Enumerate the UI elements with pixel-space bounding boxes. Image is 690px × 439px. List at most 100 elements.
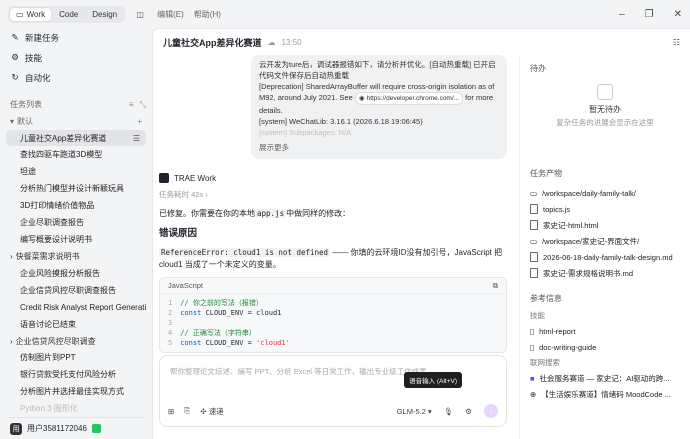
log-line: [Deprecation] SharedArrayBuffer will req…: [259, 81, 499, 116]
task-item[interactable]: 企业风险摸报分析报告: [6, 265, 146, 282]
model-selector[interactable]: GLM-5.2 ▾: [397, 407, 432, 416]
group-default[interactable]: ▾ 默认 +: [6, 114, 146, 130]
task-item[interactable]: 企业尽职调查报告: [6, 214, 146, 231]
code-text: CLOUD_ENV = cloud1: [205, 309, 282, 317]
add-task-icon[interactable]: +: [137, 117, 142, 126]
close-icon[interactable]: ✕: [674, 9, 682, 20]
mode-work-button[interactable]: ▭ Work: [10, 7, 52, 21]
line-number: 4: [168, 329, 173, 337]
skill-item[interactable]: ▯ doc-writing-guide: [530, 339, 680, 355]
reply-text-part: 已修复。你需要在你的本地: [159, 209, 255, 218]
task-item[interactable]: 坦途: [6, 163, 146, 180]
settings-icon[interactable]: ⚙: [465, 407, 472, 416]
task-item-active[interactable]: 儿童社交App差异化赛道 ☰: [6, 129, 146, 147]
mode-design-label: Design: [92, 9, 118, 19]
user-message-bubble: 云开发为ture后，调试器报错如下，请分析并优化。[自动热重载] 已开启代码文件…: [251, 55, 507, 159]
message-composer[interactable]: 帮你整理论文综述、编写 PPT、分析 Excel 等日常工作，输出专业级工作成果…: [159, 355, 507, 427]
microphone-icon[interactable]: 🎙: [444, 407, 454, 416]
task-label: 3D打印情绪价值物品: [20, 201, 95, 211]
task-item[interactable]: 3D打印情绪价值物品: [6, 197, 146, 214]
skill-label: html-report: [539, 326, 576, 336]
inline-code: app.js: [255, 209, 287, 218]
globe-icon: ◉: [358, 95, 365, 102]
task-item[interactable]: 编写概要设计说明书: [6, 231, 146, 248]
output-file[interactable]: ▭ /workspace/家史记-界面文件/: [530, 233, 680, 249]
list-icon[interactable]: ☰: [133, 134, 140, 143]
user-profile[interactable]: 用 用户3581172046: [6, 417, 146, 439]
globe-icon: ⊕: [530, 389, 537, 399]
error-explanation: ReferenceError: cloud1 is not defined ——…: [159, 247, 507, 271]
code-string: 'cloud1': [256, 339, 290, 347]
maximize-icon[interactable]: ❐: [645, 9, 654, 20]
task-item[interactable]: 仿制图片到PPT: [6, 350, 146, 367]
minimize-icon[interactable]: –: [619, 9, 625, 20]
send-button[interactable]: ↑: [484, 404, 498, 418]
voice-tooltip: 语音输入 (Alt+V): [404, 372, 462, 388]
mode-code-button[interactable]: Code: [53, 8, 84, 21]
panel-toggle-icon[interactable]: ☷: [673, 38, 680, 47]
menu-help[interactable]: 帮助(H): [194, 9, 221, 20]
chevron-right-icon: ›: [10, 336, 13, 346]
paperclip-icon[interactable]: ⎘: [184, 406, 190, 416]
task-item[interactable]: Python 3 图形化: [6, 400, 146, 417]
file-label: /workspace/家史记-界面文件/: [542, 236, 640, 246]
task-item[interactable]: 查找四驱车跑道3D模型: [6, 146, 146, 163]
main-header: 儿童社交App差异化赛道 ☁ 13:50 ☷: [153, 29, 690, 55]
task-group[interactable]: › 快餐菜需求说明书: [6, 248, 146, 265]
task-item[interactable]: 分析图片并选择最佳实现方式: [6, 383, 146, 400]
output-file[interactable]: topics.js: [530, 201, 680, 217]
task-group[interactable]: › 企业信贷风控尽职调查: [6, 333, 146, 350]
task-label: Credit Risk Analyst Report Generation: [20, 302, 146, 312]
task-item[interactable]: 银行贷款受托支付风险分析: [6, 366, 146, 383]
task-label: Python 3 图形化: [20, 404, 78, 414]
output-file[interactable]: 家史记-html.html: [530, 217, 680, 233]
code-content: 1 // 你之前的写法（报错） 2 const CLOUD_ENV = cloud1…: [160, 294, 506, 352]
reply-text-part: 中做同样的修改：: [286, 209, 351, 218]
mode-switcher: ▭ Work Code Design: [8, 5, 126, 23]
task-item[interactable]: 分析热门模型并设计新颖玩具: [6, 180, 146, 197]
file-icon: [530, 220, 538, 230]
link-chip[interactable]: ◉ https://developer.chrome.com/...: [354, 92, 464, 105]
file-icon: [530, 268, 538, 278]
show-more-link[interactable]: 展示更多: [259, 142, 499, 153]
file-label: /workspace/daily-family-talk/: [542, 188, 636, 198]
nav-skills[interactable]: ⚙ 技能: [6, 48, 146, 68]
output-file[interactable]: 家史记-需求规格说明书.md: [530, 265, 680, 281]
reference-title: 参考信息: [530, 294, 562, 303]
skill-item[interactable]: ▯ html-report: [530, 323, 680, 339]
task-label: 银行贷款受托支付风险分析: [20, 370, 116, 380]
output-file[interactable]: 2026-06-18-daily-family-talk-design.md: [530, 249, 680, 265]
elapsed-time[interactable]: 任务耗时 42s ›: [159, 189, 507, 200]
code-comment: // 正确写法（字符串）: [180, 329, 256, 337]
todo-empty-state: 暂无待办 复杂任务的进展会显示在这里: [530, 84, 680, 128]
mode-work-label: Work: [26, 9, 46, 19]
reply-text: 已修复。你需要在你的本地 app.js 中做同样的修改：: [159, 208, 507, 219]
menu-edit[interactable]: 编辑(E): [157, 9, 184, 20]
sidebar-toggle-icon[interactable]: ◫: [133, 7, 147, 21]
attach-plus-icon[interactable]: ⊞: [168, 407, 174, 416]
task-item[interactable]: 语音讨论已结束: [6, 316, 146, 333]
app-window: ▭ Work Code Design ◫ 编辑(E) 帮助(H) – ❐ ✕ ✎…: [0, 0, 690, 439]
folder-icon: ▭: [530, 188, 538, 198]
chevron-right-icon: ›: [205, 190, 208, 199]
task-item[interactable]: Credit Risk Analyst Report Generation: [6, 299, 146, 316]
task-item[interactable]: 企业信贷风控尽职调查报告: [6, 282, 146, 299]
task-list-label: 任务列表: [10, 100, 42, 110]
filter-icon[interactable]: ≡: [129, 100, 134, 110]
speed-toggle[interactable]: ✣ 速递: [200, 406, 223, 417]
nav-new-task[interactable]: ✎ 新建任务: [6, 28, 146, 48]
nav-automation[interactable]: ↻ 自动化: [6, 68, 146, 88]
mode-design-button[interactable]: Design: [86, 8, 123, 21]
log-line: 云开发为ture后，调试器报错如下，请分析并优化。[自动热重载] 已开启代码文件…: [259, 60, 496, 80]
collapse-icon[interactable]: ⤡: [140, 100, 146, 110]
folder-icon: ▭: [530, 236, 538, 246]
copy-icon[interactable]: ⧉: [493, 281, 498, 291]
search-result[interactable]: ⊕ 【生活娱乐赛道】情绪码 MoodCode ...: [530, 386, 680, 402]
search-result[interactable]: ■ 社会服务赛道 — 家史记：AI驱动的跨...: [530, 370, 680, 386]
task-label: 编写概要设计说明书: [20, 235, 92, 245]
nav-automation-label: 自动化: [25, 72, 51, 83]
window-controls: – ❐ ✕: [619, 9, 682, 20]
composer-placeholder: 帮你整理论文综述、编写 PPT、分析 Excel 等日常工作，输出专业级工作成果…: [170, 367, 435, 376]
output-file[interactable]: ▭ /workspace/daily-family-talk/: [530, 185, 680, 201]
composer-toolbar: ⊞ ⎘ ✣ 速递 GLM-5.2 ▾ 🎙 ⚙ ↑: [168, 404, 498, 418]
